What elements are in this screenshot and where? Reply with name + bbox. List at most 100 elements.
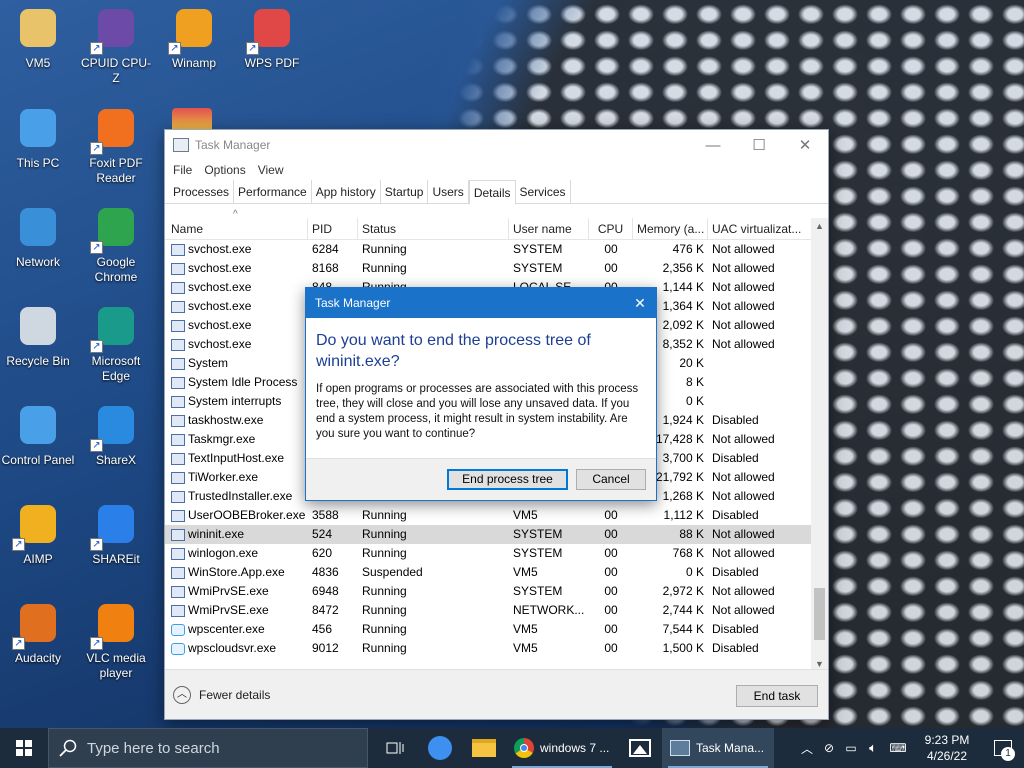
table-row[interactable]: svchost.exe 8168 Running SYSTEM 00 2,356 K Not… [165,259,812,278]
dialog-title-bar[interactable]: Task Manager ✕ [306,288,656,318]
desktop-icon-audacity[interactable]: ↗ Audacity [0,600,76,666]
desktop-icon-vlc-media-player[interactable]: ↗ VLC media player [78,600,154,681]
desktop-icon-foxit-pdf-reader[interactable]: ↗ Foxit PDF Reader [78,105,154,186]
end-task-button[interactable]: End task [736,685,818,707]
process-name: Taskmgr.exe [188,432,256,446]
tab-startup[interactable]: Startup [381,180,429,203]
cell-status: Suspended [362,565,423,579]
maximize-button[interactable]: ☐ [736,130,782,160]
chevron-up-icon: ︿ [173,686,191,704]
taskbar-app-photos[interactable] [618,728,662,768]
taskbar-app-explorer[interactable] [462,728,506,768]
network-status-icon[interactable]: ⊘ [818,741,840,755]
desktop-icon-google-chrome[interactable]: ↗ Google Chrome [78,204,154,285]
tab-users[interactable]: Users [428,180,469,203]
desktop-icon-wps-pdf[interactable]: ↗ WPS PDF [234,5,310,71]
process-icon [171,509,185,522]
desktop-icon-sharex[interactable]: ↗ ShareX [78,402,154,468]
tab-app-history[interactable]: App history [312,180,381,203]
menu-view[interactable]: View [252,160,290,180]
display-icon[interactable]: ▭ [840,741,862,755]
dialog-close-icon[interactable]: ✕ [624,288,656,318]
table-row[interactable]: wininit.exe 524 Running SYSTEM 00 88 K Not all… [165,525,812,544]
desktop-icon-cpuid-cpu-z[interactable]: ↗ CPUID CPU-Z [78,5,154,86]
process-icon [171,376,185,389]
cell-status: Running [362,242,407,256]
cell-memory: 0 K [685,565,704,579]
keyboard-icon[interactable]: ⌨ [884,741,912,755]
table-row[interactable]: winlogon.exe 620 Running SYSTEM 00 768 K Not a… [165,544,812,563]
table-row[interactable]: WmiPrvSE.exe 8472 Running NETWORK... 00 2,744… [165,601,812,620]
menu-file[interactable]: File [167,160,198,180]
desktop-icon-winamp[interactable]: ↗ Winamp [156,5,232,71]
chevron-up-icon[interactable]: ︿ [796,740,818,757]
cell-memory: 88 K [679,527,704,541]
taskbar-search-box[interactable]: Type here to search [48,728,368,768]
desktop-icon-label: CPUID CPU-Z [80,56,151,85]
winrar-icon[interactable] [172,108,212,130]
desktop-icon-label: This PC [16,156,60,170]
cell-name: wininit.exe [165,525,308,544]
fewer-details-link[interactable]: ︿ Fewer details [173,686,270,704]
cell-pid: 3588 [312,508,339,522]
end-process-tree-button[interactable]: End process tree [447,469,568,490]
table-row[interactable]: wpscloudsvr.exe 9012 Running VM5 00 1,500 K Di… [165,639,812,658]
taskbar-app-task-manager[interactable]: Task Mana... [662,728,774,768]
desktop-icon-recycle-bin[interactable]: Recycle Bin [0,303,76,369]
cell-uac: Disabled [712,413,759,427]
table-row[interactable]: WinStore.App.exe 4836 Suspended VM5 00 0 K Dis… [165,563,812,582]
task-manager-icon [670,740,690,756]
cell-cpu: 00 [604,546,618,560]
table-row[interactable]: svchost.exe 6284 Running SYSTEM 00 476 K Not a… [165,240,812,259]
start-button[interactable] [0,728,48,768]
tab-processes[interactable]: Processes [169,180,235,203]
column-user-name[interactable]: User name [509,218,589,239]
dialog-question: Do you want to end the process tree of w… [316,332,591,370]
desktop-icon-shareit[interactable]: ↗ SHAREit [78,501,154,567]
desktop-icon-control-panel[interactable]: Control Panel [0,402,76,468]
notification-center-button[interactable]: 1 [982,728,1024,768]
tab-performance[interactable]: Performance [234,180,312,203]
column-uac[interactable]: UAC virtualizat... [708,218,812,239]
desktop-icon-this-pc[interactable]: This PC [0,105,76,171]
process-icon [171,262,185,275]
taskbar-clock[interactable]: 9:23 PM 4/26/22 [912,732,982,764]
vertical-scrollbar[interactable]: ▲ ▼ [811,218,828,672]
desktop-icon-label: Microsoft Edge [91,354,141,383]
desktop-icon-microsoft-edge[interactable]: ↗ Microsoft Edge [78,303,154,384]
close-button[interactable]: ✕ [782,130,828,160]
process-icon [171,547,185,560]
taskbar-app-chrome[interactable]: windows 7 ... [506,728,618,768]
sharex-icon: ↗ [90,402,140,452]
column-memory[interactable]: Memory (a... [633,218,708,239]
taskbar-app-shareit[interactable] [418,728,462,768]
process-name: svchost.exe [188,242,252,256]
task-view-button[interactable] [372,728,418,768]
scroll-up-icon[interactable]: ▲ [811,218,828,234]
desktop-icon-network[interactable]: Network [0,204,76,270]
table-row[interactable]: WmiPrvSE.exe 6948 Running SYSTEM 00 2,972 K No… [165,582,812,601]
column-name[interactable]: Name [165,218,308,239]
notification-count-badge: 1 [1001,747,1015,761]
cancel-button[interactable]: Cancel [576,469,646,490]
minimize-button[interactable]: — [690,130,736,160]
cell-pid: 6948 [312,584,339,598]
desktop-icon-vm5[interactable]: VM5 [0,5,76,71]
volume-icon[interactable]: 🔈︎ [862,740,884,756]
tab-services[interactable]: Services [516,180,571,203]
tab-details[interactable]: Details [468,180,516,205]
process-icon [171,243,185,256]
cell-user-name: SYSTEM [513,261,563,275]
cell-name: taskhostw.exe [165,411,308,430]
column-pid[interactable]: PID [308,218,358,239]
cell-memory: 1,112 K [663,508,704,522]
scroll-thumb[interactable] [814,588,825,640]
cell-uac: Not allowed [712,242,775,256]
menu-options[interactable]: Options [198,160,251,180]
table-row[interactable]: UserOOBEBroker.exe 3588 Running VM5 00 1,112 … [165,506,812,525]
table-row[interactable]: wpscenter.exe 456 Running VM5 00 7,544 K Disab… [165,620,812,639]
desktop-icon-aimp[interactable]: ↗ AIMP [0,501,76,567]
cell-uac: Not allowed [712,584,775,598]
column-status[interactable]: Status [358,218,509,239]
column-cpu[interactable]: CPU [589,218,633,239]
